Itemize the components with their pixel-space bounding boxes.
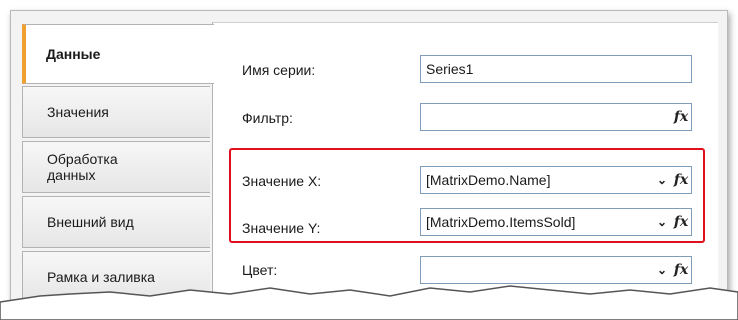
fx-function-icon[interactable]: fx — [671, 109, 691, 125]
filter-input[interactable]: fx — [420, 103, 692, 131]
color-label: Цвет: — [242, 262, 278, 278]
chevron-down-icon[interactable]: ⌄ — [653, 215, 671, 229]
series-name-input[interactable]: Series1 — [420, 55, 692, 83]
tab-appearance[interactable]: Внешний вид — [22, 196, 210, 248]
tab-values-label: Значения — [47, 104, 109, 120]
tab-values[interactable]: Значения — [22, 86, 210, 138]
tab-data-processing-label: Обработка данных — [47, 151, 118, 183]
value-y-value: [MatrixDemo.ItemsSold] — [426, 214, 576, 230]
fx-function-icon[interactable]: fx — [671, 214, 691, 230]
value-y-label: Значение Y: — [242, 220, 321, 236]
fx-function-icon[interactable]: fx — [671, 172, 691, 188]
tab-data-processing[interactable]: Обработка данных — [22, 141, 210, 193]
tab-data-label: Данные — [46, 46, 101, 62]
value-x-select[interactable]: [MatrixDemo.Name] ⌄ fx — [420, 166, 692, 194]
torn-edge — [0, 285, 738, 320]
series-name-value: Series1 — [426, 61, 474, 77]
value-x-value: [MatrixDemo.Name] — [426, 172, 551, 188]
value-x-label: Значение X: — [242, 173, 322, 189]
fx-function-icon[interactable]: fx — [671, 262, 691, 278]
series-name-label: Имя серии: — [242, 62, 316, 78]
tab-appearance-label: Внешний вид — [47, 214, 134, 230]
value-y-select[interactable]: [MatrixDemo.ItemsSold] ⌄ fx — [420, 208, 692, 236]
filter-label: Фильтр: — [242, 110, 293, 126]
tab-data[interactable]: Данные — [22, 24, 214, 84]
chevron-down-icon[interactable]: ⌄ — [653, 263, 671, 277]
chevron-down-icon[interactable]: ⌄ — [653, 173, 671, 187]
